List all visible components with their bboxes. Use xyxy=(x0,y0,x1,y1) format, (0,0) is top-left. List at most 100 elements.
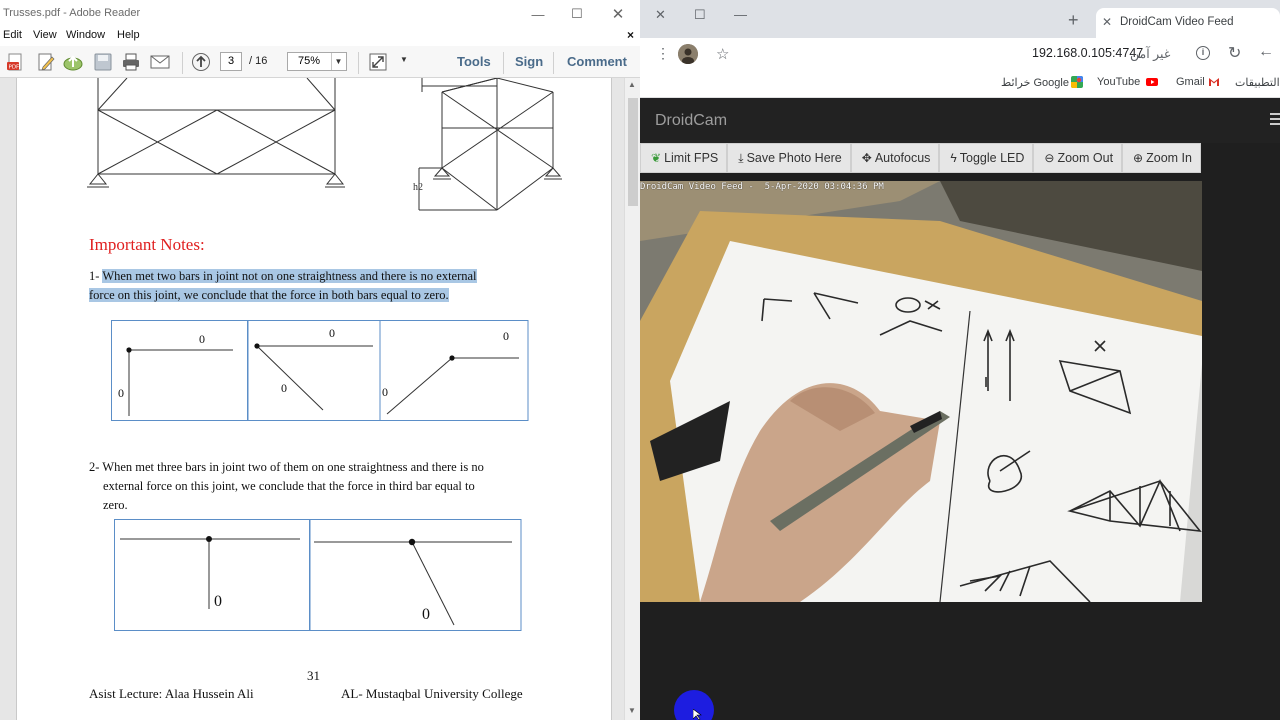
note-2-line-2: external force on this joint, we conclud… xyxy=(103,479,475,493)
save-photo-button[interactable]: ⤓ Save Photo Here xyxy=(727,143,851,173)
edit-document-icon[interactable] xyxy=(36,52,56,72)
zero-label: 0 xyxy=(422,606,430,623)
zero-label: 0 xyxy=(214,593,222,610)
mouse-cursor-icon xyxy=(693,709,702,720)
hamburger-menu-icon[interactable] xyxy=(1270,113,1280,128)
scrollbar-thumb[interactable] xyxy=(628,98,638,206)
reader-window-title: Trusses.pdf - Adobe Reader xyxy=(3,7,141,19)
upload-cloud-icon[interactable] xyxy=(63,52,83,72)
close-icon[interactable]: ✕ xyxy=(655,7,666,23)
chrome-toolbar: ⋮ ☆ 192.168.0.105:4747 غير آمن i ↻ ← xyxy=(640,38,1280,70)
save-icon[interactable] xyxy=(93,52,113,72)
h2-label: h2 xyxy=(413,182,423,193)
tab-title: DroidCam Video Feed xyxy=(1120,16,1234,28)
zoom-in-icon: ⊕ xyxy=(1133,151,1144,165)
chevron-down-icon[interactable]: ▼ xyxy=(400,55,408,64)
reader-title-bar: Trusses.pdf - Adobe Reader — ☐ ✕ xyxy=(0,0,640,28)
footer-author: Asist Lecture: Alaa Hussein Ali xyxy=(89,686,254,701)
camera-frame-image xyxy=(640,181,1202,602)
minimize-icon[interactable]: — xyxy=(527,4,549,24)
scroll-up-icon[interactable]: ▲ xyxy=(628,80,636,89)
bolt-icon: ϟ xyxy=(950,151,957,165)
brand-title[interactable]: DroidCam xyxy=(655,112,727,130)
vertical-scrollbar[interactable]: ▲ ▼ xyxy=(624,78,640,720)
maximize-icon[interactable]: ☐ xyxy=(694,7,706,23)
close-icon[interactable]: ✕ xyxy=(607,4,629,24)
zero-label: 0 xyxy=(118,386,124,400)
button-label: Limit FPS xyxy=(664,151,719,165)
bookmarks-bar: التطبيقات Gmail YouTube خرائط Google xyxy=(640,70,1280,98)
chevron-down-icon[interactable]: ▼ xyxy=(331,53,345,70)
reader-toolbar: PDF 3 / 16 75% ▼ ▼ Tools Sign Comment xyxy=(0,46,640,78)
reload-icon[interactable]: ↻ xyxy=(1228,43,1241,63)
maximize-icon[interactable]: ☐ xyxy=(566,4,588,24)
note-1-line-1: When met two bars in joint not on one st… xyxy=(102,269,477,283)
droidcam-page: DroidCam ❦ Limit FPS ⤓ Save Photo Here ✥… xyxy=(640,99,1280,720)
gmail-icon xyxy=(1209,78,1219,86)
sign-link[interactable]: Sign xyxy=(515,54,543,69)
bookmark-youtube[interactable]: YouTube xyxy=(1097,76,1140,88)
toolbar-separator xyxy=(503,52,504,74)
print-icon[interactable] xyxy=(121,52,141,72)
fit-page-icon[interactable] xyxy=(368,52,388,72)
button-label: Zoom In xyxy=(1146,151,1192,165)
close-icon[interactable]: ✕ xyxy=(1102,15,1112,29)
page-total: / 16 xyxy=(249,55,268,67)
back-arrow-icon[interactable]: ← xyxy=(1258,43,1274,61)
scroll-down-icon[interactable]: ▼ xyxy=(628,706,636,715)
zoom-in-button[interactable]: ⊕ Zoom In xyxy=(1122,143,1201,173)
limit-fps-button[interactable]: ❦ Limit FPS xyxy=(640,143,728,173)
toggle-led-button[interactable]: ϟ Toggle LED xyxy=(939,143,1034,173)
zero-force-diagram-1: 0 0 0 0 0 0 xyxy=(111,320,529,421)
note-2-line-3: zero. xyxy=(103,498,128,512)
page-number: 31 xyxy=(307,668,320,683)
minimize-icon[interactable]: — xyxy=(734,7,747,22)
bookmark-gmail[interactable]: Gmail xyxy=(1176,76,1205,88)
button-label: Save Photo Here xyxy=(746,151,842,165)
tools-link[interactable]: Tools xyxy=(457,54,491,69)
adobe-reader-window: Trusses.pdf - Adobe Reader — ☐ ✕ Edit Vi… xyxy=(0,0,640,720)
menu-help[interactable]: Help xyxy=(117,29,140,41)
chrome-window: ✕ ☐ — + ✕ DroidCam Video Feed ⋮ ☆ 192.16… xyxy=(640,0,1280,720)
document-viewport[interactable]: h2 Important Notes: 1- When met two bars… xyxy=(0,78,640,720)
address-bar[interactable]: 192.168.0.105:4747 xyxy=(1032,46,1143,60)
note-2: 2- When met three bars in joint two of t… xyxy=(89,458,559,515)
chrome-tab-strip: ✕ ☐ — + ✕ DroidCam Video Feed xyxy=(640,0,1280,38)
document-close-icon[interactable]: × xyxy=(627,28,634,42)
email-icon[interactable] xyxy=(150,52,170,72)
more-menu-icon[interactable]: ⋮ xyxy=(656,46,670,60)
reader-menu-bar: Edit View Window Help × xyxy=(0,28,640,46)
previous-page-icon[interactable] xyxy=(191,52,211,72)
zero-label: 0 xyxy=(329,326,335,340)
autofocus-button[interactable]: ✥ Autofocus xyxy=(850,143,940,173)
info-icon[interactable]: i xyxy=(1196,46,1210,60)
zero-label: 0 xyxy=(199,332,205,346)
comment-link[interactable]: Comment xyxy=(567,54,627,69)
toolbar-separator xyxy=(182,52,183,74)
page-number-input[interactable]: 3 xyxy=(220,52,242,71)
new-tab-button[interactable]: + xyxy=(1068,11,1079,29)
avatar[interactable] xyxy=(678,44,698,64)
tab-droidcam[interactable]: ✕ DroidCam Video Feed xyxy=(1096,8,1280,38)
note-1-line-2: force on this joint, we conclude that th… xyxy=(89,288,449,302)
toolbar-separator xyxy=(553,52,554,74)
truss-diagrams: h2 xyxy=(87,78,562,211)
zero-label: 0 xyxy=(382,385,388,399)
menu-window[interactable]: Window xyxy=(66,29,105,41)
menu-view[interactable]: View xyxy=(33,29,57,41)
droidcam-navbar: DroidCam xyxy=(640,99,1280,143)
move-icon: ✥ xyxy=(861,151,872,165)
note-2-line-1: 2- When met three bars in joint two of t… xyxy=(89,460,484,474)
zoom-out-button[interactable]: ⊖ Zoom Out xyxy=(1033,143,1123,173)
bookmark-star-icon[interactable]: ☆ xyxy=(716,45,729,63)
pdf-page: h2 Important Notes: 1- When met two bars… xyxy=(16,78,612,720)
create-pdf-icon[interactable]: PDF xyxy=(6,52,26,72)
video-timestamp: DroidCam Video Feed - 5-Apr-2020 03:04:3… xyxy=(640,182,884,192)
menu-edit[interactable]: Edit xyxy=(3,29,22,41)
button-label: Autofocus xyxy=(874,151,931,165)
bookmark-google-maps[interactable]: خرائط Google xyxy=(1001,76,1069,89)
not-secure-label[interactable]: غير آمن xyxy=(1130,46,1170,61)
zero-label: 0 xyxy=(281,381,287,395)
bookmark-apps[interactable]: التطبيقات xyxy=(1235,76,1280,89)
footer-college: AL- Mustaqbal University College xyxy=(341,686,523,701)
